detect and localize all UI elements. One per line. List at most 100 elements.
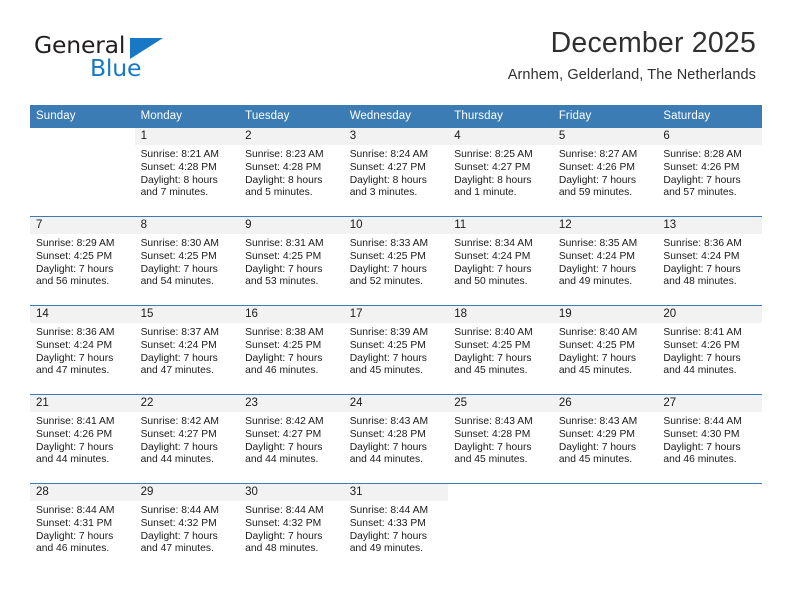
- daylight-text: Daylight: 7 hours: [663, 441, 741, 453]
- sunset-text: Sunset: 4:24 PM: [558, 250, 635, 262]
- calendar-day-cell[interactable]: 16 Sunrise: 8:38 AM Sunset: 4:25 PM Dayligh…: [239, 305, 344, 395]
- day-info: Sunrise: 8:25 AM Sunset: 4:27 PM Daylight:…: [448, 145, 553, 200]
- brand-logo[interactable]: General Blue: [34, 33, 214, 90]
- calendar-day-cell[interactable]: 12 Sunrise: 8:35 AM Sunset: 4:24 PM Dayligh…: [552, 216, 658, 306]
- calendar-day-cell[interactable]: 11 Sunrise: 8:34 AM Sunset: 4:24 PM Dayligh…: [448, 216, 553, 306]
- day-number: 7: [30, 217, 135, 234]
- calendar-day-cell[interactable]: 15 Sunrise: 8:37 AM Sunset: 4:24 PM Dayligh…: [134, 305, 240, 395]
- sunrise-text: Sunrise: 8:43 AM: [349, 416, 429, 427]
- sunrise-text: Sunrise: 8:24 AM: [349, 149, 429, 160]
- day-number: 1: [134, 128, 240, 145]
- sunset-text: Sunset: 4:26 PM: [36, 428, 113, 440]
- day-number: 14: [30, 306, 135, 323]
- calendar-day-cell[interactable]: 25 Sunrise: 8:43 AM Sunset: 4:28 PM Dayligh…: [448, 394, 553, 484]
- calendar-day-cell[interactable]: 4 Sunrise: 8:25 AM Sunset: 4:27 PM Daylight…: [448, 128, 553, 217]
- calendar-day-cell[interactable]: 3 Sunrise: 8:24 AM Sunset: 4:27 PM Daylight…: [343, 128, 449, 217]
- page-title: December 2025: [550, 27, 756, 59]
- sunrise-text: Sunrise: 8:44 AM: [245, 505, 324, 516]
- weekday-header-tuesday: Tuesday: [239, 105, 344, 128]
- daylight-text: Daylight: 7 hours: [140, 352, 218, 364]
- sunrise-text: Sunrise: 8:38 AM: [245, 327, 324, 338]
- daylight-text: Daylight: 7 hours: [558, 174, 637, 186]
- day-info: Sunrise: 8:44 AM Sunset: 4:30 PM Daylight:…: [657, 412, 762, 467]
- calendar-day-cell[interactable]: 9 Sunrise: 8:31 AM Sunset: 4:25 PM Daylight…: [239, 216, 344, 306]
- sunset-text: Sunset: 4:28 PM: [140, 161, 217, 173]
- day-info: Sunrise: 8:44 AM Sunset: 4:32 PM Daylight:…: [135, 501, 240, 556]
- day-info: Sunrise: 8:31 AM Sunset: 4:25 PM Daylight:…: [239, 234, 344, 289]
- daylight-text: and 59 minutes.: [558, 187, 633, 199]
- daylight-text: and 54 minutes.: [140, 276, 214, 288]
- daylight-text: and 5 minutes.: [245, 187, 313, 199]
- calendar-day-cell[interactable]: 30 Sunrise: 8:44 AM Sunset: 4:32 PM Dayligh…: [239, 483, 344, 572]
- day-info: Sunrise: 8:44 AM Sunset: 4:32 PM Daylight:…: [239, 501, 344, 556]
- day-number: 17: [343, 306, 449, 323]
- calendar-day-cell[interactable]: 14 Sunrise: 8:36 AM Sunset: 4:24 PM Dayligh…: [30, 305, 135, 395]
- sunset-text: Sunset: 4:28 PM: [349, 428, 426, 440]
- calendar-day-cell[interactable]: 10 Sunrise: 8:33 AM Sunset: 4:25 PM Dayligh…: [343, 216, 449, 306]
- day-info: Sunrise: 8:21 AM Sunset: 4:28 PM Daylight:…: [135, 145, 240, 200]
- sunrise-text: Sunrise: 8:36 AM: [36, 327, 115, 338]
- daylight-text: Daylight: 7 hours: [245, 263, 323, 275]
- day-number: 11: [448, 217, 553, 234]
- calendar-day-cell[interactable]: 17 Sunrise: 8:39 AM Sunset: 4:25 PM Dayligh…: [343, 305, 449, 395]
- daylight-text: Daylight: 7 hours: [558, 441, 637, 453]
- calendar-day-cell[interactable]: 23 Sunrise: 8:42 AM Sunset: 4:27 PM Dayligh…: [239, 394, 344, 484]
- day-number: 23: [239, 395, 344, 412]
- sunset-text: Sunset: 4:24 PM: [663, 250, 740, 262]
- daylight-text: and 44 minutes.: [36, 454, 110, 466]
- calendar-day-cell[interactable]: 5 Sunrise: 8:27 AM Sunset: 4:26 PM Daylight…: [552, 128, 658, 217]
- sunset-text: Sunset: 4:31 PM: [36, 517, 113, 529]
- day-number: 9: [239, 217, 344, 234]
- weekday-header-friday: Friday: [552, 105, 658, 128]
- sunset-text: Sunset: 4:25 PM: [245, 339, 322, 351]
- calendar-day-cell[interactable]: 21 Sunrise: 8:41 AM Sunset: 4:26 PM Dayligh…: [30, 394, 135, 484]
- calendar-day-cell[interactable]: 24 Sunrise: 8:43 AM Sunset: 4:28 PM Dayligh…: [343, 394, 449, 484]
- calendar-day-cell[interactable]: 26 Sunrise: 8:43 AM Sunset: 4:29 PM Dayligh…: [552, 394, 658, 484]
- daylight-text: and 49 minutes.: [349, 543, 423, 555]
- day-info: Sunrise: 8:44 AM Sunset: 4:33 PM Daylight:…: [344, 501, 449, 556]
- day-info: Sunrise: 8:41 AM Sunset: 4:26 PM Daylight:…: [657, 323, 762, 378]
- day-info: Sunrise: 8:29 AM Sunset: 4:25 PM Daylight:…: [30, 234, 135, 289]
- daylight-text: and 47 minutes.: [36, 365, 110, 377]
- day-number: 24: [343, 395, 449, 412]
- calendar-day-cell[interactable]: 8 Sunrise: 8:30 AM Sunset: 4:25 PM Daylight…: [134, 216, 240, 306]
- sunset-text: Sunset: 4:25 PM: [349, 250, 426, 262]
- daylight-text: Daylight: 7 hours: [245, 352, 323, 364]
- calendar-day-cell[interactable]: 1 Sunrise: 8:21 AM Sunset: 4:28 PM Daylight…: [134, 128, 240, 217]
- daylight-text: Daylight: 7 hours: [558, 263, 637, 275]
- calendar-day-cell[interactable]: 18 Sunrise: 8:40 AM Sunset: 4:25 PM Dayligh…: [448, 305, 553, 395]
- calendar-day-cell[interactable]: 19 Sunrise: 8:40 AM Sunset: 4:25 PM Dayligh…: [552, 305, 658, 395]
- daylight-text: Daylight: 7 hours: [349, 441, 427, 453]
- day-info: Sunrise: 8:33 AM Sunset: 4:25 PM Daylight:…: [344, 234, 449, 289]
- sunrise-text: Sunrise: 8:40 AM: [454, 327, 533, 338]
- calendar-day-cell[interactable]: 2 Sunrise: 8:23 AM Sunset: 4:28 PM Daylight…: [239, 128, 344, 217]
- calendar-week-row: 1 Sunrise: 8:21 AM Sunset: 4:28 PM Daylight…: [30, 128, 762, 217]
- sunrise-text: Sunrise: 8:34 AM: [454, 238, 533, 249]
- sunset-text: Sunset: 4:25 PM: [36, 250, 113, 262]
- sunrise-text: Sunrise: 8:37 AM: [140, 327, 219, 338]
- sunset-text: Sunset: 4:27 PM: [245, 428, 322, 440]
- day-number: 16: [239, 306, 344, 323]
- sunrise-text: Sunrise: 8:39 AM: [349, 327, 429, 338]
- calendar-day-cell[interactable]: 7 Sunrise: 8:29 AM Sunset: 4:25 PM Daylight…: [30, 216, 135, 306]
- day-number: [657, 484, 762, 501]
- daylight-text: Daylight: 7 hours: [36, 530, 114, 542]
- calendar-day-cell[interactable]: 28 Sunrise: 8:44 AM Sunset: 4:31 PM Dayligh…: [30, 483, 135, 572]
- calendar-cell-empty: [30, 128, 135, 217]
- sunrise-text: Sunrise: 8:28 AM: [663, 149, 742, 160]
- sunset-text: Sunset: 4:25 PM: [558, 339, 635, 351]
- sunset-text: Sunset: 4:28 PM: [454, 428, 531, 440]
- sunset-text: Sunset: 4:27 PM: [454, 161, 531, 173]
- calendar-day-cell[interactable]: 20 Sunrise: 8:41 AM Sunset: 4:26 PM Dayligh…: [657, 305, 762, 395]
- calendar-cell-empty: [657, 483, 762, 572]
- daylight-text: Daylight: 7 hours: [140, 263, 218, 275]
- sunset-text: Sunset: 4:26 PM: [663, 339, 740, 351]
- calendar-day-cell[interactable]: 6 Sunrise: 8:28 AM Sunset: 4:26 PM Daylight…: [657, 128, 762, 217]
- calendar-day-cell[interactable]: 31 Sunrise: 8:44 AM Sunset: 4:33 PM Dayligh…: [343, 483, 449, 572]
- calendar-day-cell[interactable]: 22 Sunrise: 8:42 AM Sunset: 4:27 PM Dayligh…: [134, 394, 240, 484]
- calendar-day-cell[interactable]: 13 Sunrise: 8:36 AM Sunset: 4:24 PM Dayligh…: [657, 216, 762, 306]
- weekday-header-sunday: Sunday: [30, 105, 135, 128]
- day-info: Sunrise: 8:34 AM Sunset: 4:24 PM Daylight:…: [448, 234, 553, 289]
- calendar-day-cell[interactable]: 29 Sunrise: 8:44 AM Sunset: 4:32 PM Dayligh…: [134, 483, 240, 572]
- calendar-day-cell[interactable]: 27 Sunrise: 8:44 AM Sunset: 4:30 PM Dayligh…: [657, 394, 762, 484]
